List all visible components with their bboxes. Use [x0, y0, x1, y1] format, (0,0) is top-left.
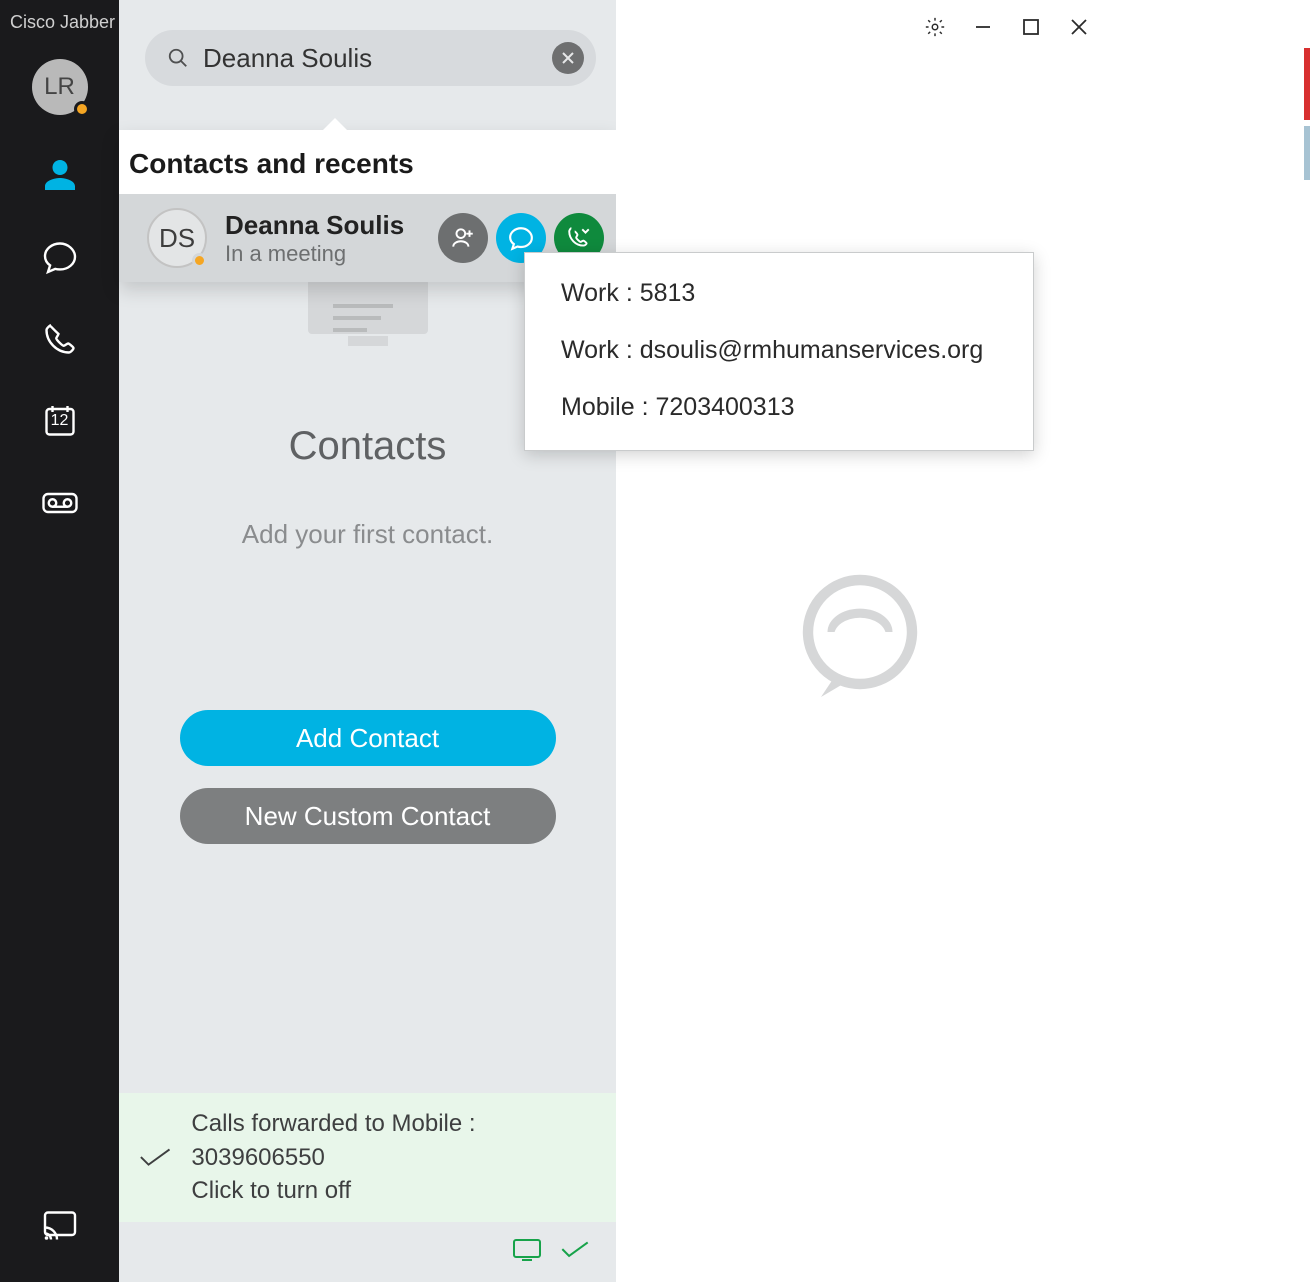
result-avatar: DS — [147, 208, 207, 268]
app-title: Cisco Jabber — [0, 12, 115, 33]
forward-line1: Calls forwarded to Mobile : 3039606550 — [191, 1107, 596, 1174]
nav-list: 12 — [40, 155, 80, 523]
close-icon — [1070, 18, 1088, 36]
nav-cast[interactable] — [40, 1206, 80, 1246]
person-icon — [42, 157, 78, 193]
phone-dropdown-icon — [566, 225, 592, 251]
call-forward-banner[interactable]: Calls forwarded to Mobile : 3039606550 C… — [119, 1093, 616, 1222]
forward-text: Calls forwarded to Mobile : 3039606550 C… — [191, 1107, 596, 1208]
screen-icon — [512, 1238, 542, 1262]
result-name: Deanna Soulis — [225, 210, 420, 241]
cast-icon — [42, 1208, 78, 1244]
voicemail-icon — [42, 485, 78, 521]
sidebar: Cisco Jabber LR 12 — [0, 0, 119, 1282]
app-root: Cisco Jabber LR 12 — [0, 0, 1103, 1282]
add-contact-button[interactable] — [438, 213, 488, 263]
middle-pane: Contacts and recents DS Deanna Soulis In… — [119, 0, 616, 1282]
edge-marker — [1304, 48, 1310, 120]
contact-details-card: Work : 5813 Work : dsoulis@rmhumanservic… — [524, 252, 1034, 451]
person-add-icon — [450, 225, 476, 251]
jabber-logo — [795, 574, 925, 709]
maximize-icon — [1022, 18, 1040, 36]
chat-icon — [42, 239, 78, 275]
window-controls — [911, 6, 1103, 48]
result-status: In a meeting — [225, 241, 420, 267]
contacts-heading: Contacts — [289, 424, 447, 469]
search-row — [119, 0, 616, 104]
nav-contacts[interactable] — [40, 155, 80, 195]
gear-icon — [924, 16, 946, 38]
self-avatar-initials: LR — [44, 73, 75, 101]
search-input[interactable] — [203, 43, 538, 74]
forward-line2: Click to turn off — [191, 1174, 596, 1208]
contacts-subtext: Add your first contact. — [242, 519, 493, 550]
minimize-icon — [974, 18, 992, 36]
nav-calls[interactable] — [40, 319, 80, 359]
jabber-logo-icon — [795, 574, 925, 704]
search-results-heading: Contacts and recents — [119, 130, 616, 194]
detail-mobile: Mobile : 7203400313 — [561, 393, 997, 422]
detail-work-phone: Work : 5813 — [561, 279, 997, 308]
dock-forward-button[interactable] — [560, 1238, 590, 1262]
dock-screen-button[interactable] — [512, 1238, 542, 1262]
dock-icons — [119, 1222, 616, 1282]
self-avatar[interactable]: LR — [32, 59, 88, 115]
calendar-day-number: 12 — [51, 412, 69, 430]
nav-voicemail[interactable] — [40, 483, 80, 523]
chat-icon — [508, 225, 534, 251]
settings-button[interactable] — [911, 6, 959, 48]
detail-work-email: Work : dsoulis@rmhumanservices.org — [561, 336, 997, 365]
forward-arrow-icon — [560, 1239, 590, 1261]
new-custom-contact-button[interactable]: New Custom Contact — [180, 788, 556, 844]
minimize-button[interactable] — [959, 6, 1007, 48]
maximize-button[interactable] — [1007, 6, 1055, 48]
close-icon — [560, 50, 576, 66]
presence-away-icon — [192, 253, 207, 268]
search-icon — [167, 47, 189, 69]
result-text: Deanna Soulis In a meeting — [225, 210, 420, 267]
result-avatar-initials: DS — [159, 223, 195, 254]
search-box[interactable] — [145, 30, 596, 86]
nav-chat[interactable] — [40, 237, 80, 277]
right-pane — [616, 0, 1103, 1282]
nav-calendar[interactable]: 12 — [40, 401, 80, 441]
presence-away-icon — [74, 101, 90, 117]
clear-search-button[interactable] — [552, 42, 584, 74]
edge-marker — [1304, 126, 1310, 180]
phone-icon — [42, 321, 78, 357]
forward-arrow-icon — [139, 1145, 171, 1171]
close-window-button[interactable] — [1055, 6, 1103, 48]
add-contact-pill-button[interactable]: Add Contact — [180, 710, 556, 766]
monitor-illustration-icon — [303, 274, 433, 364]
